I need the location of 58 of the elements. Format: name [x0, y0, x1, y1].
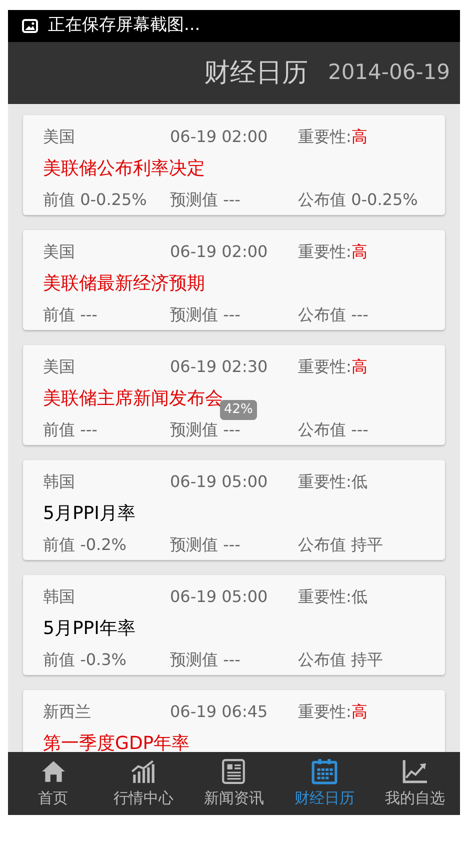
line-chart-icon: [401, 758, 428, 785]
time-text: 06-19 05:00: [170, 586, 269, 608]
bar-chart-icon: [130, 758, 158, 785]
actual-value: 公布值 ---: [298, 304, 368, 326]
time-text: 06-19 05:00: [170, 471, 269, 493]
time-text: 06-19 02:00: [170, 241, 269, 263]
importance-text: 重要性:高: [298, 356, 368, 378]
time-text: 06-19 06:45: [170, 701, 269, 723]
newspaper-icon: [220, 758, 248, 785]
nav-tab[interactable]: 财经日历: [279, 752, 370, 815]
actual-value: 公布值 持平: [298, 649, 384, 671]
previous-value: 前值 -0.2%: [43, 534, 128, 556]
importance-text: 重要性:高: [298, 701, 368, 723]
event-title: 美联储主席新闻发布会: [43, 387, 223, 411]
previous-value: 前值 -0.3%: [43, 649, 128, 671]
forecast-value: 预测值 ---: [170, 189, 242, 211]
event-card[interactable]: 韩国 06-19 05:00 重要性:低 5月PPI年率 前值 -0.3% 预测值 --- 公布值 持平: [23, 575, 445, 675]
country-text: 美国: [43, 126, 76, 148]
notification-text: 正在保存屏幕截图...: [48, 14, 200, 38]
scroll-percent-badge: 42%: [220, 400, 257, 420]
previous-value: 前值 0-0.25%: [43, 189, 148, 211]
event-title: 第一季度GDP年率: [43, 732, 190, 752]
page-title: 财经日历: [204, 56, 308, 90]
event-card[interactable]: 美国 06-19 02:00 重要性:高 美联储最新经济预期 前值 --- 预测值 --- 公布值 ---: [23, 230, 445, 330]
event-title: 5月PPI月率: [43, 502, 136, 526]
nav-tab[interactable]: 我的自选: [370, 752, 460, 815]
actual-value: 公布值 ---: [298, 419, 368, 441]
time-text: 06-19 02:30: [170, 356, 269, 378]
country-text: 美国: [43, 356, 76, 378]
date-text: 2014-06-19: [328, 59, 450, 86]
previous-value: 前值 ---: [43, 419, 98, 441]
event-title: 5月PPI年率: [43, 617, 136, 641]
previous-value: 前值 ---: [43, 304, 98, 326]
forecast-value: 预测值 ---: [170, 534, 242, 556]
event-card[interactable]: 韩国 06-19 05:00 重要性:低 5月PPI月率 前值 -0.2% 预测值 --- 公布值 持平: [23, 460, 445, 560]
event-title: 美联储最新经济预期: [43, 272, 205, 296]
calendar-icon: [310, 758, 338, 785]
importance-text: 重要性:高: [298, 126, 368, 148]
country-text: 新西兰: [43, 701, 92, 723]
importance-text: 重要性:高: [298, 241, 368, 263]
country-text: 韩国: [43, 471, 76, 493]
picture-icon: [22, 19, 38, 33]
time-text: 06-19 02:00: [170, 126, 269, 148]
nav-tab[interactable]: 行情中心: [98, 752, 189, 815]
nav-tab[interactable]: 首页: [8, 752, 98, 815]
forecast-value: 预测值 ---: [170, 649, 242, 671]
event-card[interactable]: 新西兰 06-19 06:45 重要性:高 第一季度GDP年率: [23, 690, 445, 752]
forecast-value: 预测值 ---: [170, 304, 242, 326]
nav-tab[interactable]: 新闻资讯: [188, 752, 280, 815]
importance-text: 重要性:低: [298, 471, 368, 493]
actual-value: 公布值 持平: [298, 534, 384, 556]
event-card[interactable]: 美国 06-19 02:00 重要性:高 美联储公布利率决定 前值 0-0.25% 预测值 --- 公布值 0-0.25%: [23, 115, 445, 215]
country-text: 韩国: [43, 586, 76, 608]
event-title: 美联储公布利率决定: [43, 157, 205, 181]
country-text: 美国: [43, 241, 76, 263]
forecast-value: 预测值 ---: [170, 419, 242, 441]
actual-value: 公布值 0-0.25%: [298, 189, 418, 211]
importance-text: 重要性:低: [298, 586, 368, 608]
